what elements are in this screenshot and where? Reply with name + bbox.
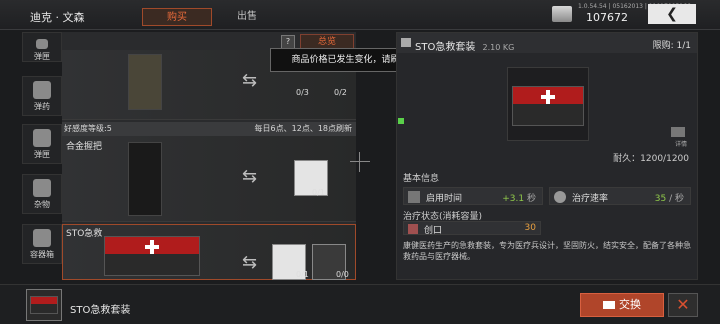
crosshair-icon	[350, 152, 370, 172]
detail-header: STO急救套装 2.10 KG 限购: 1/1	[397, 33, 697, 53]
tab-buy[interactable]: 购买	[142, 8, 212, 26]
exchange-button[interactable]: 交换	[580, 293, 664, 317]
favor-level: 好感度等级:5	[64, 124, 112, 133]
category-tab-magazine-top[interactable]: 弹匣	[22, 32, 62, 62]
category-tab-ammo[interactable]: 弹药	[22, 76, 62, 116]
favor-bar: 好感度等级:5 每日6点、12点、18点刷新	[62, 122, 356, 136]
bandage-icon	[408, 224, 418, 234]
swap-icon: ⇆	[242, 70, 258, 91]
top-bar: 迪克 · 文森 购买 出售 1.0.54.54 | 05162013 | 110…	[0, 0, 720, 30]
category-tab-misc[interactable]: 杂物	[22, 174, 62, 214]
indicator-marker	[398, 118, 404, 124]
refresh-info: 每日6点、12点、18点刷新	[254, 124, 352, 133]
ammo-icon	[33, 81, 51, 99]
merchant-title: 迪克 · 文森	[30, 11, 85, 24]
selected-item-thumb	[26, 289, 62, 321]
cost-count: 0/3	[296, 88, 309, 97]
item-detail-panel: STO急救套装 2.10 KG 限购: 1/1 详情 耐久：1200/1200 …	[396, 32, 698, 280]
item-name: STO急救	[66, 229, 103, 239]
stat-value: +3.1	[502, 194, 525, 204]
durability: 耐久：1200/1200	[613, 154, 689, 164]
info-label[interactable]: 详情	[675, 139, 687, 148]
medkit-image	[512, 86, 584, 126]
category-label: 杂物	[34, 200, 50, 209]
currency-display: 1.0.54.54 | 05162013 | 11017095166 10767…	[552, 2, 691, 26]
purchase-limit: 限购: 1/1	[652, 41, 691, 51]
item-name: 合金握把	[66, 142, 103, 152]
stat-value: 35	[654, 194, 667, 204]
medkit-image	[104, 236, 200, 276]
cost-count: 0/0	[336, 270, 349, 279]
detail-image	[507, 67, 589, 141]
swap-icon: ⇆	[242, 252, 258, 273]
stat-label: 启用时间	[426, 194, 463, 204]
selected-item-name: STO急救套装	[70, 305, 131, 316]
category-label: 弹匣	[34, 150, 50, 159]
heart-icon	[554, 191, 566, 203]
detail-weight: 2.10 KG	[482, 43, 515, 52]
coin-amount: 107672	[586, 11, 628, 24]
detail-title: STO急救套装	[415, 42, 476, 53]
swap-icon: ⇆	[242, 166, 258, 187]
back-button[interactable]: ❮	[648, 4, 696, 24]
container-icon	[33, 229, 51, 247]
hourglass-icon	[408, 191, 420, 203]
wound-stat: 创口 30	[403, 221, 541, 236]
stat-unit: 秒	[526, 194, 536, 204]
cost-count: 0/2	[334, 88, 347, 97]
wound-label: 创口	[424, 226, 443, 236]
help-button[interactable]: ?	[281, 35, 295, 49]
category-label: 容器箱	[30, 250, 54, 259]
close-icon: ✕	[676, 295, 690, 314]
briefcase-icon	[401, 38, 411, 47]
grip-image	[128, 142, 162, 216]
wound-value: 30	[524, 223, 536, 233]
start-time-stat: 启用时间 +3.1 秒	[403, 187, 543, 205]
cost-count: 0/1	[296, 270, 309, 279]
info-icon[interactable]	[671, 127, 685, 137]
item-description: 康健医药生产的急救套装，专为医疗兵设计，坚固防火，结实安全，配备了各种急救药品与…	[403, 241, 691, 261]
vest-image	[128, 54, 162, 110]
magazine-icon	[36, 39, 48, 49]
close-button[interactable]: ✕	[668, 293, 698, 317]
stat-label: 治疗速率	[572, 194, 609, 204]
stat-unit: / 秒	[669, 194, 684, 204]
basket-icon	[33, 179, 51, 197]
basic-info-heading: 基本信息	[403, 174, 440, 184]
bottom-bar: STO急救套装 交换 ✕	[0, 284, 720, 324]
chevron-left-icon: ❮	[666, 6, 678, 22]
category-tab-container[interactable]: 容器箱	[22, 224, 62, 264]
heal-speed-stat: 治疗速率 35 / 秒	[549, 187, 691, 205]
exchange-label: 交换	[619, 298, 641, 311]
category-label: 弹药	[34, 102, 50, 111]
category-tab-magazine[interactable]: 弹匣	[22, 124, 62, 164]
exchange-icon	[603, 301, 615, 309]
category-tabs: 弹匣 弹药 弹匣 杂物 容器箱	[22, 32, 62, 280]
cost-count: 0/1	[312, 188, 325, 197]
category-label: 弹匣	[34, 52, 50, 61]
tab-sell[interactable]: 出售	[212, 8, 282, 26]
medkit-image	[30, 296, 58, 314]
magazine-icon	[33, 129, 51, 147]
coin-icon	[552, 6, 572, 22]
